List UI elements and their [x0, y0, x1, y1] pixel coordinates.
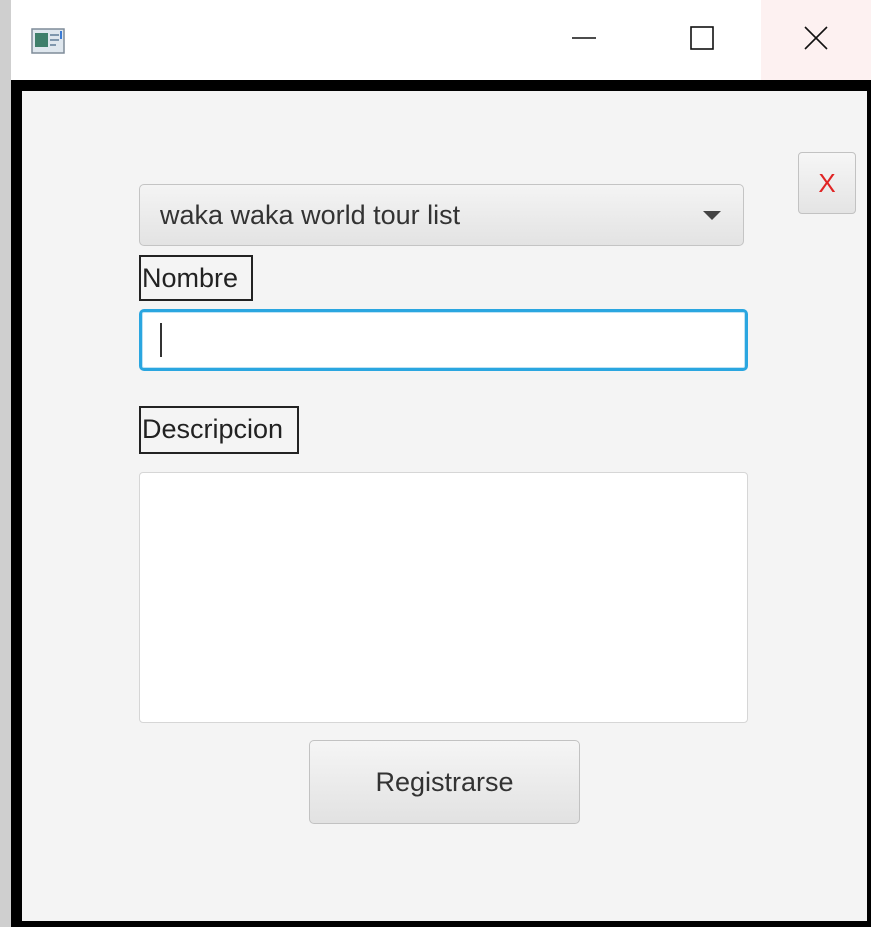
minimize-icon	[571, 25, 597, 56]
close-form-label: X	[818, 167, 836, 198]
name-input[interactable]	[139, 309, 748, 371]
list-select-value: waka waka world tour list	[160, 199, 461, 230]
title-bar[interactable]	[11, 0, 871, 80]
maximize-icon	[689, 25, 715, 56]
app-window: X waka waka world tour list Nombre Descr…	[0, 0, 871, 927]
description-label: Descripcion	[139, 406, 299, 454]
register-button-label: Registrarse	[375, 766, 514, 797]
maximize-button[interactable]	[643, 0, 761, 80]
window-close-button[interactable]	[761, 0, 871, 80]
close-form-button[interactable]: X	[798, 152, 856, 214]
chevron-down-icon[interactable]	[703, 210, 721, 220]
register-button[interactable]: Registrarse	[309, 740, 580, 824]
description-textarea[interactable]	[139, 472, 748, 723]
close-icon	[803, 25, 829, 56]
name-label: Nombre	[139, 255, 253, 301]
list-select[interactable]: waka waka world tour list	[139, 184, 744, 246]
app-window-icon	[31, 28, 65, 54]
text-caret	[160, 323, 162, 357]
minimize-button[interactable]	[525, 0, 643, 80]
